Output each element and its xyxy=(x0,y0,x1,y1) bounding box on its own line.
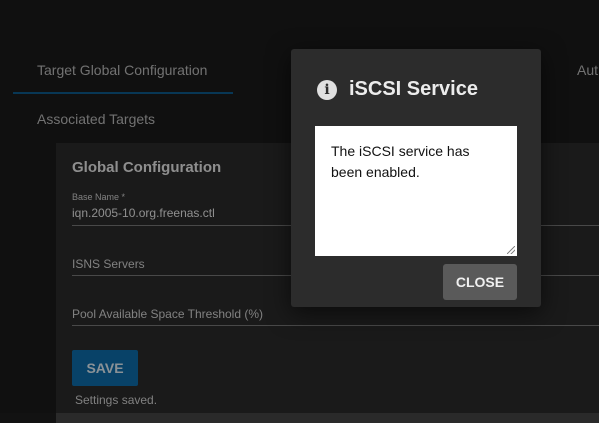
dialog-message: The iSCSI service has been enabled. xyxy=(315,126,517,256)
dialog-title: iSCSI Service xyxy=(349,78,478,100)
close-button[interactable]: CLOSE xyxy=(443,264,517,300)
info-icon: i xyxy=(317,80,337,100)
dialog-message-text: The iSCSI service has been enabled. xyxy=(331,143,470,180)
resize-grip-icon[interactable] xyxy=(507,246,515,254)
